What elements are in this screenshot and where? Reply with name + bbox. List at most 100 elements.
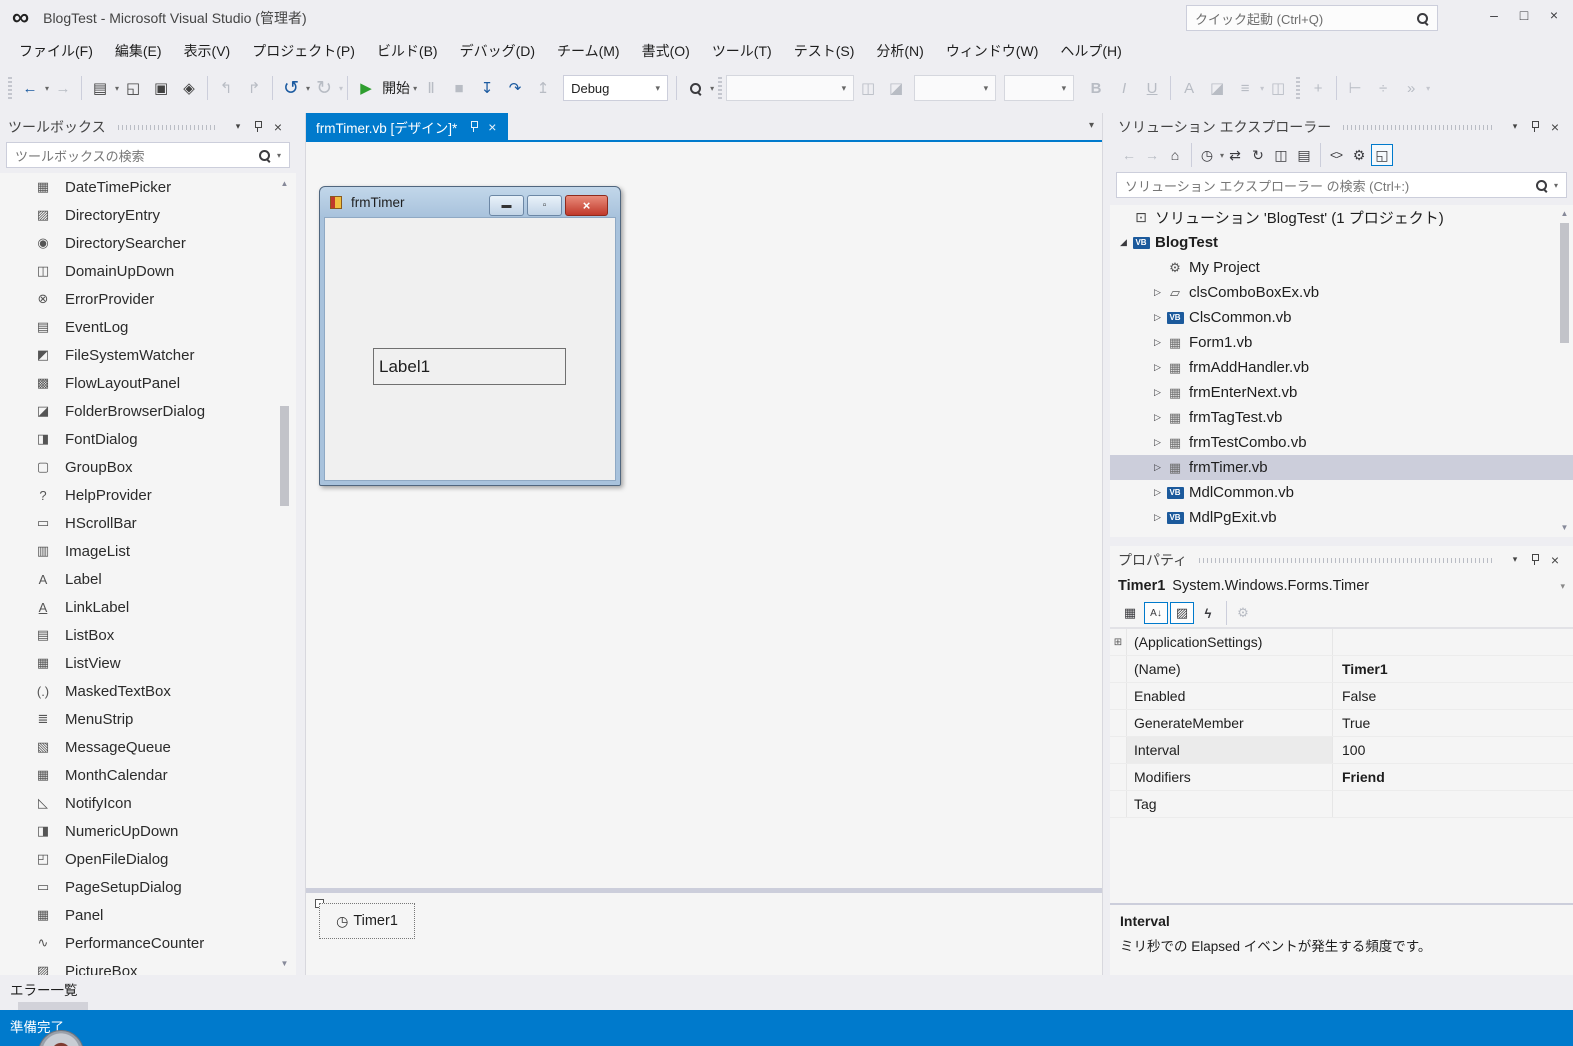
menu-item[interactable]: 表示(V): [173, 37, 242, 65]
toolbox-item[interactable]: ▭ PageSetupDialog: [0, 873, 296, 901]
tree-expander-icon[interactable]: ▷: [1150, 337, 1165, 348]
quick-launch-input[interactable]: クイック起動 (Ctrl+Q): [1186, 5, 1438, 31]
menu-item[interactable]: 書式(O): [631, 37, 701, 65]
tab-frmtimer-design[interactable]: frmTimer.vb [デザイン]* ×: [306, 113, 509, 140]
find-in-files-icon[interactable]: [681, 75, 709, 101]
tree-expander-icon[interactable]: ▷: [1150, 487, 1165, 498]
designer-canvas[interactable]: frmTimer ▬ ▫ × Label1: [306, 142, 1102, 888]
property-row[interactable]: Modifiers Friend: [1110, 764, 1573, 791]
tree-item[interactable]: ◢ VB BlogTest: [1110, 230, 1573, 255]
toolbox-item[interactable]: (.) MaskedTextBox: [0, 677, 296, 705]
property-value[interactable]: [1333, 791, 1573, 817]
save-all-icon[interactable]: ◈: [175, 75, 203, 101]
property-name[interactable]: Enabled: [1127, 683, 1333, 709]
property-value[interactable]: Timer1: [1333, 656, 1573, 682]
property-row[interactable]: (Name) Timer1: [1110, 656, 1573, 683]
property-value[interactable]: True: [1333, 710, 1573, 736]
properties-wrench-icon[interactable]: ⚙: [1348, 144, 1370, 166]
designed-form-client-area[interactable]: Label1: [324, 217, 616, 481]
property-row[interactable]: ⊞ (ApplicationSettings): [1110, 629, 1573, 656]
property-value[interactable]: [1333, 629, 1573, 655]
expand-box-icon[interactable]: [1110, 737, 1127, 763]
menu-item[interactable]: ヘルプ(H): [1049, 37, 1132, 65]
toolbox-item[interactable]: ◫ DomainUpDown: [0, 257, 296, 285]
start-debug-icon[interactable]: ▶: [352, 75, 380, 101]
tree-item[interactable]: ▷ ▦ frmEnterNext.vb: [1110, 380, 1573, 405]
pending-changes-icon[interactable]: ◷: [1196, 144, 1218, 166]
navigate-back-icon[interactable]: ←: [16, 75, 44, 101]
toolbox-item[interactable]: ◨ FontDialog: [0, 425, 296, 453]
property-name[interactable]: GenerateMember: [1127, 710, 1333, 736]
close-icon[interactable]: ×: [1545, 551, 1565, 569]
tree-expander-icon[interactable]: ▷: [1150, 312, 1165, 323]
tree-item[interactable]: ▷ ▦ frmTimer.vb: [1110, 455, 1573, 480]
menu-item[interactable]: 編集(E): [104, 37, 173, 65]
toolbox-item[interactable]: ▭ HScrollBar: [0, 509, 296, 537]
chevron-down-icon[interactable]: ▾: [1554, 181, 1558, 190]
menu-item[interactable]: 分析(N): [865, 37, 934, 65]
property-name[interactable]: Modifiers: [1127, 764, 1333, 790]
property-value[interactable]: False: [1333, 683, 1573, 709]
tree-expander-icon[interactable]: ▷: [1150, 287, 1165, 298]
sync-with-active-document-icon[interactable]: ⇄: [1224, 144, 1246, 166]
toolbox-item[interactable]: ◰ OpenFileDialog: [0, 845, 296, 873]
toolbox-item[interactable]: A Label: [0, 565, 296, 593]
menu-item[interactable]: ツール(T): [701, 37, 783, 65]
solution-explorer-scrollbar[interactable]: ▲ ▼: [1557, 207, 1572, 535]
toolbox-item[interactable]: ◪ FolderBrowserDialog: [0, 397, 296, 425]
navigate-forward-icon[interactable]: →: [49, 75, 77, 101]
property-value[interactable]: Friend: [1333, 764, 1573, 790]
scrollbar-thumb[interactable]: [280, 406, 289, 506]
collapse-all-icon[interactable]: ◫: [1270, 144, 1292, 166]
tree-item[interactable]: ▷ VB MdlCommon.vb: [1110, 480, 1573, 505]
tree-expander-icon[interactable]: ▷: [1150, 462, 1165, 473]
toolbox-item[interactable]: ▩ FlowLayoutPanel: [0, 369, 296, 397]
toolbox-item[interactable]: ▢ GroupBox: [0, 453, 296, 481]
step-into-icon[interactable]: ↧: [473, 75, 501, 101]
toolbox-item[interactable]: ▧ MessageQueue: [0, 733, 296, 761]
property-name[interactable]: Interval: [1127, 737, 1333, 763]
property-row[interactable]: Interval 100: [1110, 737, 1573, 764]
toolbox-item[interactable]: ? HelpProvider: [0, 481, 296, 509]
minimize-button[interactable]: –: [1479, 2, 1509, 28]
pin-icon[interactable]: [469, 120, 480, 133]
menu-item[interactable]: プロジェクト(P): [241, 37, 366, 65]
toolbox-item[interactable]: ◨ NumericUpDown: [0, 817, 296, 845]
new-file-icon[interactable]: ▤: [86, 75, 114, 101]
toolbox-item[interactable]: ▦ ListView: [0, 649, 296, 677]
toolbar-grip[interactable]: [718, 77, 723, 99]
properties-view-icon[interactable]: ▨: [1170, 602, 1194, 624]
tree-expander-icon[interactable]: ▷: [1150, 437, 1165, 448]
events-icon[interactable]: ϟ: [1196, 602, 1220, 624]
tree-item[interactable]: ▷ VB MdlPgExit.vb: [1110, 505, 1573, 530]
save-icon[interactable]: ▣: [147, 75, 175, 101]
scrollbar-track[interactable]: [280, 191, 289, 957]
debug-configuration-combo[interactable]: Debug ▾: [563, 75, 669, 101]
toolbox-scrollbar[interactable]: ▲ ▼: [277, 177, 292, 971]
show-all-files-icon[interactable]: ▤: [1293, 144, 1315, 166]
tree-expander-icon[interactable]: ▷: [1150, 387, 1165, 398]
menu-item[interactable]: チーム(M): [546, 37, 631, 65]
component-tray[interactable]: ◷ Timer1: [306, 893, 1102, 975]
start-button-label[interactable]: 開始: [382, 78, 410, 98]
chevron-down-icon[interactable]: ▾: [277, 151, 281, 160]
properties-object-combo[interactable]: Timer1 System.Windows.Forms.Timer ▾: [1110, 573, 1573, 599]
toolbox-item[interactable]: ▦ DateTimePicker: [0, 173, 296, 201]
tab-list-chevron-icon[interactable]: ▾: [1089, 120, 1094, 131]
close-icon[interactable]: ×: [1545, 118, 1565, 136]
toolbox-search-input[interactable]: ツールボックスの検索 ▾: [6, 142, 290, 168]
scroll-up-icon[interactable]: ▲: [1561, 207, 1569, 221]
property-row[interactable]: Enabled False: [1110, 683, 1573, 710]
designed-form-window[interactable]: frmTimer ▬ ▫ × Label1: [319, 186, 621, 486]
window-position-icon[interactable]: ▾: [1505, 551, 1525, 569]
step-over-icon[interactable]: ↷: [501, 75, 529, 101]
menu-item[interactable]: ビルド(B): [366, 37, 449, 65]
home-icon[interactable]: ⌂: [1164, 144, 1186, 166]
pin-icon[interactable]: [248, 118, 268, 136]
toolbar-grip[interactable]: [8, 77, 12, 99]
tree-item[interactable]: ▷ ▱ clsComboBoxEx.vb: [1110, 280, 1573, 305]
solution-explorer-header[interactable]: ソリューション エクスプローラー ▾ ×: [1110, 113, 1573, 140]
scrollbar-thumb[interactable]: [1560, 223, 1569, 343]
toolbox-item[interactable]: A LinkLabel: [0, 593, 296, 621]
window-position-icon[interactable]: ▾: [228, 118, 248, 136]
